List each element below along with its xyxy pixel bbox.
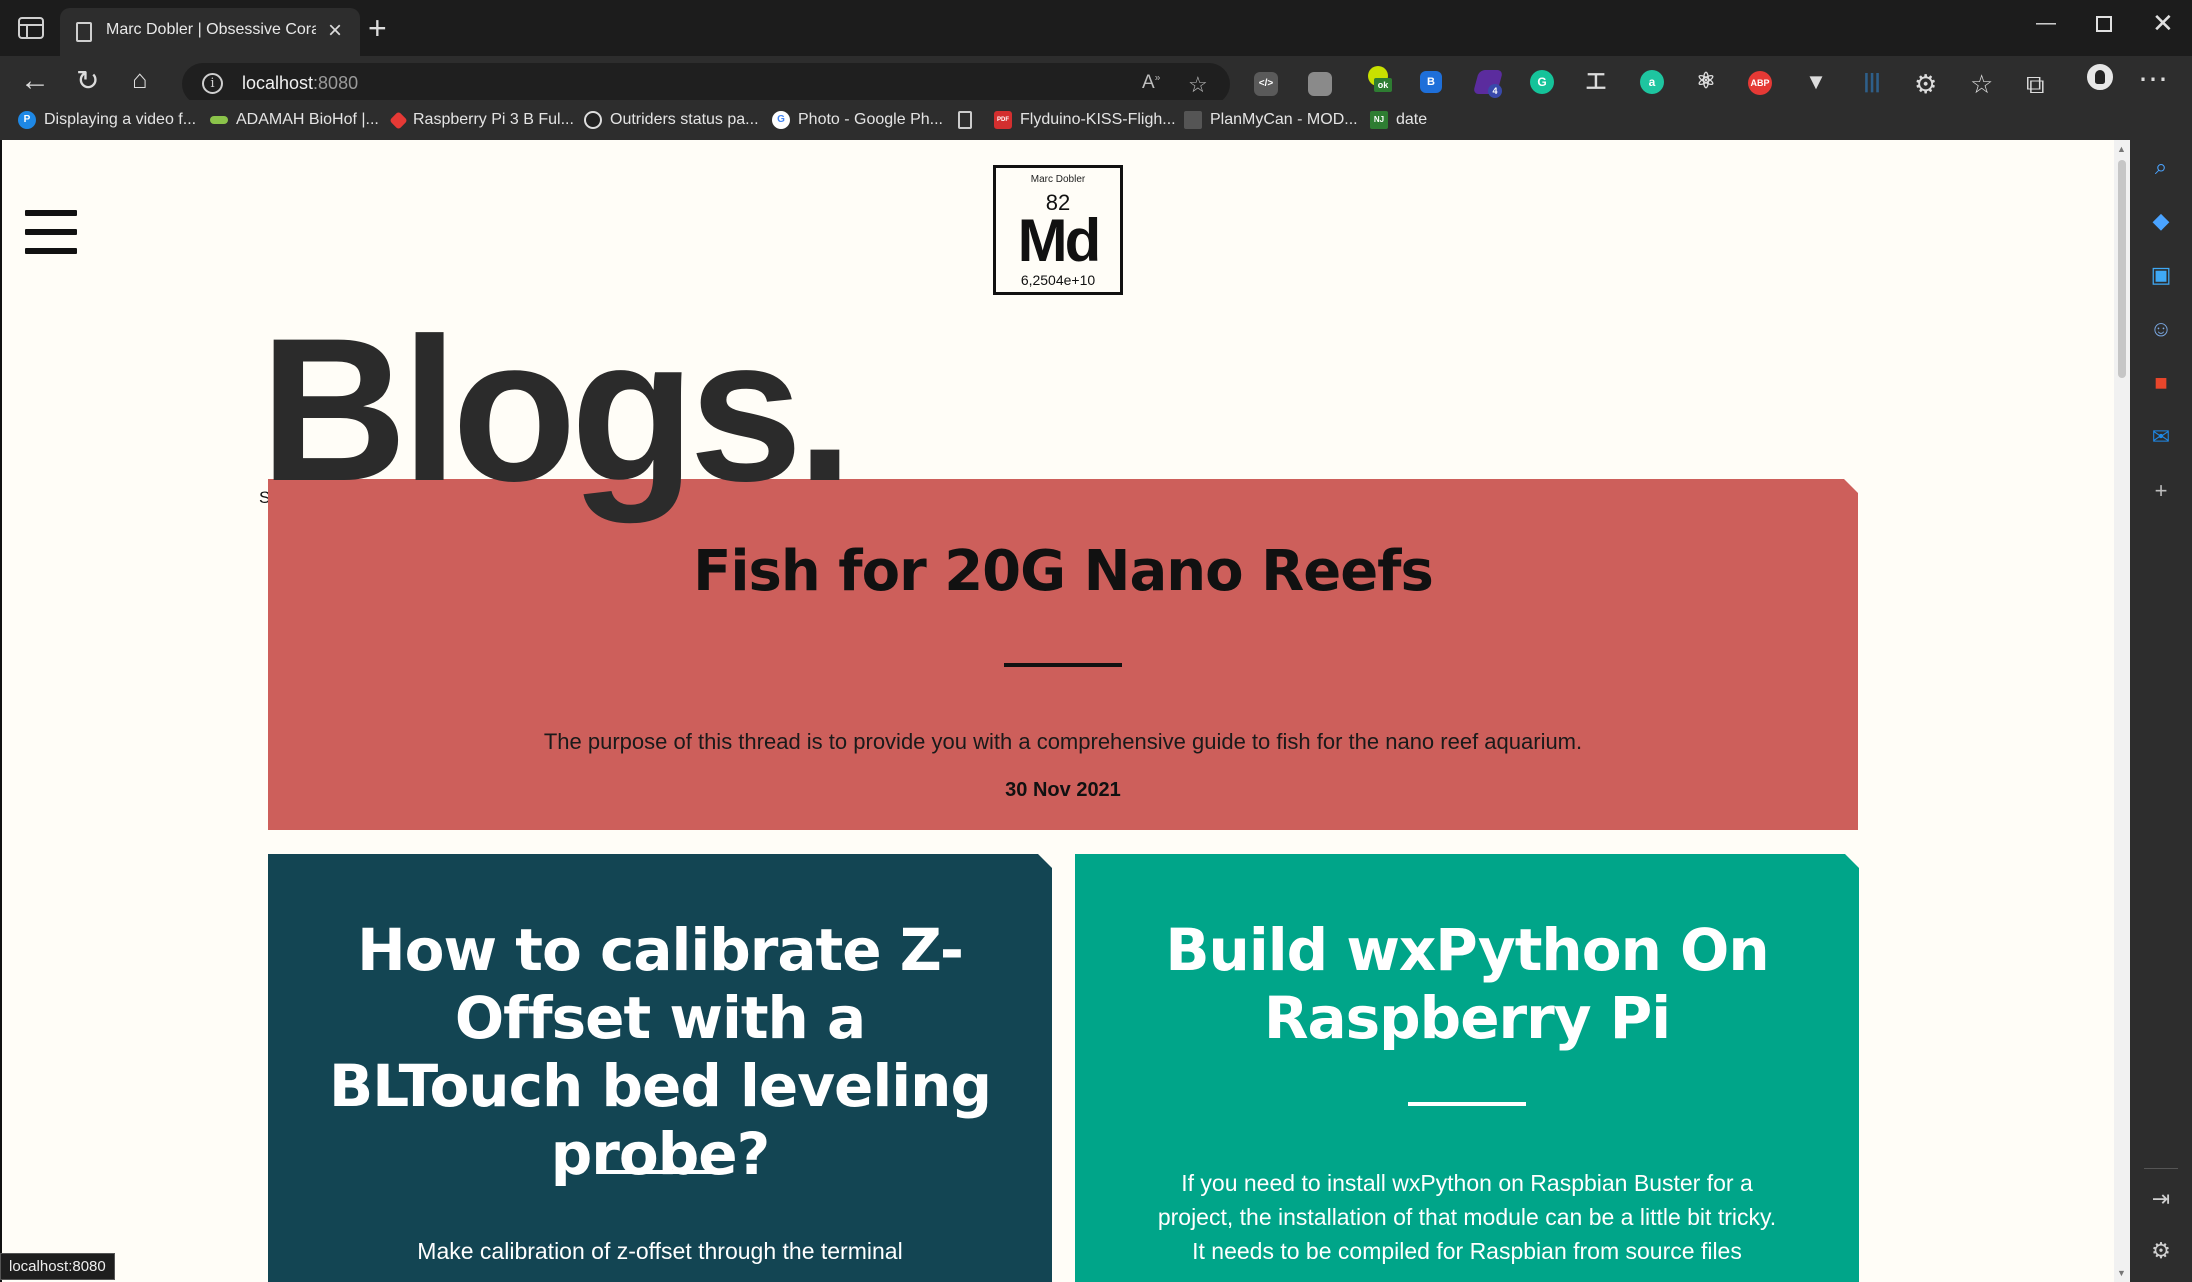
settings-menu-icon[interactable]: ⋯ — [2138, 62, 2168, 97]
shopping-tag-icon[interactable]: ◆ — [2148, 208, 2174, 234]
post-excerpt: If you need to install wxPython on Raspb… — [1157, 1170, 1777, 1264]
home-button[interactable]: ⌂ — [132, 64, 148, 95]
google-icon: G — [772, 111, 790, 129]
post-title[interactable]: How to calibrate Z-Offset with a BLTouch… — [328, 916, 992, 1188]
bars-extension-icon[interactable]: ||| — [1860, 70, 1884, 94]
a-extension-icon[interactable]: a — [1640, 70, 1664, 94]
page-icon — [958, 111, 972, 129]
bookmark-item[interactable]: G Photo - Google Ph... — [772, 107, 943, 133]
status-url: localhost:8080 — [0, 1253, 115, 1280]
logo-mass: 6,2504e+10 — [1020, 272, 1096, 288]
back-button[interactable]: ← — [20, 64, 50, 98]
address-bar[interactable]: i localhost:8080 A» ☆ — [182, 63, 1230, 105]
menu-icon[interactable] — [25, 210, 77, 254]
add-favorite-icon[interactable]: ☆ — [1188, 72, 1208, 98]
translate-extension-icon[interactable]: 工 — [1584, 70, 1608, 94]
vue-extension-icon[interactable]: ▼ — [1804, 70, 1828, 94]
collections-icon[interactable]: ⧉ — [2026, 69, 2045, 101]
react-extension-icon[interactable]: ⚛ — [1694, 69, 1718, 93]
post-excerpt: Make calibration of z-offset through the… — [417, 1238, 903, 1264]
can-icon — [1184, 111, 1202, 129]
gem-icon — [389, 110, 408, 130]
bookmark-item[interactable]: Raspberry Pi 3 B Ful... — [389, 107, 574, 133]
logo-symbol: Md — [1017, 207, 1102, 274]
minimize-button[interactable]: — — [2036, 12, 2056, 35]
featured-post-card[interactable]: Fish for 20G Nano Reefs The purpose of t… — [268, 479, 1858, 830]
close-tab-icon[interactable]: × — [328, 17, 342, 45]
read-aloud-icon[interactable]: A» — [1142, 72, 1160, 94]
post-card[interactable]: Build wxPython On Raspberry Pi If you ne… — [1075, 854, 1859, 1282]
extensions-icon[interactable]: ⚙ — [1914, 69, 1937, 100]
post-title[interactable]: Build wxPython On Raspberry Pi — [1135, 916, 1799, 1052]
bookmark-item[interactable]: Outriders status pa... — [584, 107, 759, 133]
favorites-icon[interactable]: ☆ — [1970, 69, 1993, 100]
refresh-button[interactable]: ↻ — [76, 64, 99, 97]
post-date: 30 Nov 2021 — [1005, 779, 1121, 801]
tools-icon[interactable]: ▣ — [2148, 262, 2174, 288]
site-logo[interactable]: Marc Dobler 82 Md 6,2504e+10 — [993, 165, 1123, 295]
tab-actions-icon[interactable] — [18, 17, 44, 39]
grammarly-extension-icon[interactable]: G — [1530, 70, 1554, 94]
bookmark-item[interactable] — [958, 107, 972, 133]
scroll-thumb[interactable] — [2118, 160, 2126, 378]
outlook-icon[interactable]: ✉ — [2148, 424, 2174, 450]
edge-sidebar: ⌕ ◆ ▣ ☺ ■ ✉ + ⇥ ⚙ — [2130, 140, 2192, 1282]
divider — [1004, 663, 1122, 667]
count-badge: 4 — [1488, 84, 1502, 98]
pdf-icon: PDF — [994, 111, 1012, 129]
url-text: localhost:8080 — [242, 73, 359, 93]
page-viewport: Marc Dobler 82 Md 6,2504e+10 S Blogs. Fi… — [0, 140, 2114, 1282]
bookmark-item[interactable]: P Displaying a video f... — [18, 107, 196, 133]
tab-title: Marc Dobler | Obsessive Coral D — [106, 21, 316, 38]
page-title: Blogs. — [260, 296, 853, 524]
scroll-up-icon[interactable]: ▲ — [2117, 144, 2126, 154]
adblock-extension-icon[interactable]: ABP — [1748, 71, 1772, 95]
sidebar-hide-icon[interactable]: ⇥ — [2148, 1186, 2174, 1212]
new-tab-button[interactable]: + — [368, 10, 387, 47]
leaf-icon — [210, 116, 228, 124]
post-title[interactable]: Fish for 20G Nano Reefs — [268, 539, 1858, 604]
bookmark-item[interactable]: ADAMAH BioHof |... — [210, 107, 379, 133]
logo-name: Marc Dobler — [1030, 174, 1086, 185]
gear-icon[interactable]: ⚙ — [2148, 1238, 2174, 1264]
bookmark-item[interactable]: PlanMyCan - MOD... — [1184, 107, 1358, 133]
post-card[interactable]: How to calibrate Z-Offset with a BLTouch… — [268, 854, 1052, 1282]
people-icon[interactable]: ☺ — [2148, 316, 2174, 342]
bookmark-item[interactable]: NJ date — [1370, 107, 1427, 133]
divider — [601, 1170, 719, 1174]
profile-avatar[interactable] — [2084, 61, 2116, 93]
bookmarks-bar: P Displaying a video f... ADAMAH BioHof … — [0, 100, 2192, 140]
divider — [1408, 1102, 1526, 1106]
add-icon[interactable]: + — [2148, 478, 2174, 504]
nj-icon: NJ — [1370, 111, 1388, 129]
copy-extension-icon[interactable] — [1308, 72, 1332, 96]
maximize-button[interactable] — [2096, 16, 2112, 32]
devtools-extension-icon[interactable]: </> — [1254, 72, 1278, 96]
page-scrollbar[interactable]: ▲ ▼ — [2114, 140, 2130, 1282]
ok-badge: ok — [1374, 78, 1392, 92]
p-circle-icon: P — [18, 111, 36, 129]
divider — [2144, 1168, 2178, 1169]
outriders-icon — [584, 111, 602, 129]
title-bar: Marc Dobler | Obsessive Coral D × + — ✕ — [0, 0, 2192, 56]
office-icon[interactable]: ■ — [2148, 370, 2174, 396]
search-icon[interactable]: ⌕ — [2148, 154, 2174, 180]
close-window-button[interactable]: ✕ — [2152, 8, 2174, 39]
scroll-down-icon[interactable]: ▼ — [2117, 1268, 2126, 1278]
active-tab[interactable]: Marc Dobler | Obsessive Coral D × — [60, 8, 360, 56]
bookmark-item[interactable]: PDF Flyduino-KISS-Fligh... — [994, 107, 1176, 133]
page-icon — [76, 22, 92, 42]
site-info-icon[interactable]: i — [202, 73, 223, 94]
post-excerpt: The purpose of this thread is to provide… — [543, 729, 1583, 754]
bitwarden-extension-icon[interactable]: B — [1420, 71, 1442, 93]
